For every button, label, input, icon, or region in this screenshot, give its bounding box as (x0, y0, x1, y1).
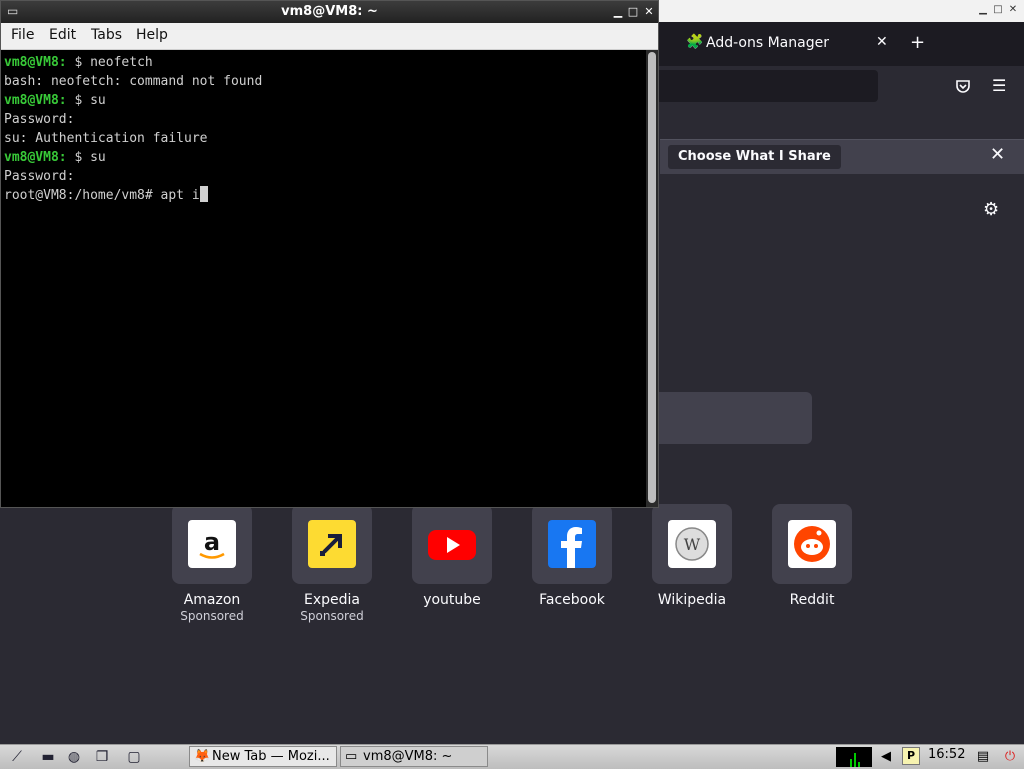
network-icon[interactable]: ◍ (64, 747, 84, 767)
lock-screen-icon[interactable]: ▤ (973, 747, 993, 767)
site-name: Amazon (183, 592, 241, 608)
task-label: New Tab — Mozi... (212, 749, 330, 764)
terminal-line: root@VM8:/home/vm8# apt i (4, 186, 646, 205)
top-site-reddit[interactable]: Reddit (752, 504, 872, 608)
clock[interactable]: 16:52 (928, 747, 965, 762)
shell-prompt: vm8@VM8: (4, 55, 67, 70)
site-tile: W (652, 504, 732, 584)
cpu-monitor (836, 747, 872, 767)
taskbar: ⟋ ▬ ◍ ❐ ▢ 🦊 New Tab — Mozi... ▭ vm8@VM8: ~… (0, 744, 1024, 769)
maximize-icon[interactable]: □ (626, 5, 640, 19)
url-bar[interactable] (650, 70, 878, 102)
file-manager-icon[interactable]: ▬ (38, 747, 58, 767)
site-tile (772, 504, 852, 584)
menu-help[interactable]: Help (136, 27, 168, 43)
line-text: bash: neofetch: command not found (4, 74, 263, 89)
notice-close-icon[interactable]: ✕ (990, 144, 1005, 165)
terminal-window[interactable]: ▭ vm8@VM8: ~ ▁ □ ✕ File Edit Tabs Help v… (0, 0, 659, 508)
line-text: $ su (66, 150, 106, 165)
task-label: vm8@VM8: ~ (363, 749, 453, 764)
terminal-line: bash: neofetch: command not found (4, 72, 646, 91)
top-site-youtube[interactable]: youtube (392, 504, 512, 608)
power-icon[interactable]: ⏻ (1000, 747, 1020, 767)
show-desktop-icon[interactable]: ❐ (92, 747, 112, 767)
choose-what-i-share-button[interactable]: Choose What I Share (668, 145, 841, 169)
site-tile: a (172, 504, 252, 584)
line-text: su: Authentication failure (4, 131, 208, 146)
hamburger-menu-icon[interactable]: ☰ (992, 76, 1006, 95)
gear-icon[interactable]: ⚙ (983, 199, 999, 220)
reddit-logo (788, 520, 836, 568)
minimize-icon[interactable]: ▁ (611, 5, 625, 19)
volume-icon[interactable]: ◀ (876, 747, 896, 767)
top-site-expedia[interactable]: Expedia Sponsored (272, 504, 392, 623)
site-name: Facebook (539, 592, 605, 608)
terminal-line: vm8@VM8: $ su (4, 91, 646, 110)
firefox-icon: 🦊 (194, 749, 211, 764)
menu-tabs[interactable]: Tabs (91, 27, 122, 43)
terminal-output[interactable]: vm8@VM8: $ neofetch bash: neofetch: comm… (1, 50, 646, 507)
close-icon[interactable]: ✕ (642, 5, 656, 19)
svg-text:a: a (204, 528, 220, 556)
newtab-search-box[interactable] (640, 392, 812, 444)
line-text: Password: (4, 169, 75, 184)
window-switcher-icon[interactable]: ▢ (124, 747, 144, 767)
terminal-line: vm8@VM8: $ neofetch (4, 53, 646, 72)
line-text: $ neofetch (66, 55, 153, 70)
pocket-icon[interactable] (955, 78, 971, 98)
site-tile (412, 504, 492, 584)
line-text: root@VM8:/home/vm8# apt i (4, 188, 200, 203)
tab-add-ons-manager[interactable]: 🧩 Add-ons Manager ✕ (660, 26, 900, 62)
terminal-line: Password: (4, 167, 646, 186)
terminal-line: vm8@VM8: $ su (4, 148, 646, 167)
shell-prompt: vm8@VM8: (4, 93, 67, 108)
top-site-facebook[interactable]: Facebook (512, 504, 632, 608)
site-tile (292, 504, 372, 584)
window-title: vm8@VM8: ~ (281, 4, 378, 19)
task-firefox[interactable]: 🦊 New Tab — Mozi... (189, 746, 337, 767)
scrollbar-thumb[interactable] (648, 52, 656, 503)
start-menu-icon[interactable]: ⟋ (4, 747, 30, 767)
text-cursor (199, 186, 208, 202)
terminal-scrollbar[interactable] (646, 50, 658, 507)
clipboard-icon[interactable]: P (902, 747, 920, 765)
wikipedia-logo: W (668, 520, 716, 568)
site-name: Reddit (789, 592, 835, 608)
line-text: $ su (66, 93, 106, 108)
terminal-icon: ▭ (345, 749, 358, 764)
close-icon[interactable]: ✕ (1006, 3, 1020, 17)
site-name: Wikipedia (657, 592, 727, 608)
youtube-logo (428, 520, 476, 568)
terminal-titlebar[interactable]: ▭ vm8@VM8: ~ ▁ □ ✕ (1, 1, 658, 23)
expedia-logo (308, 520, 356, 568)
site-sponsored-label: Sponsored (180, 609, 244, 623)
minimize-icon[interactable]: ▁ (976, 3, 990, 17)
top-site-wikipedia[interactable]: W Wikipedia (632, 504, 752, 608)
terminal-line: Password: (4, 110, 646, 129)
site-sponsored-label: Sponsored (300, 609, 364, 623)
site-name: youtube (423, 592, 481, 608)
svg-text:W: W (684, 535, 701, 554)
site-tile (532, 504, 612, 584)
site-name: Expedia (304, 592, 360, 608)
data-sharing-notice: Choose What I Share ✕ (660, 139, 1024, 174)
line-text: Password: (4, 112, 75, 127)
tab-close-icon[interactable]: ✕ (876, 34, 888, 50)
top-sites: a Amazon Sponsored Expedia Sponsored you… (0, 504, 1024, 634)
shell-prompt: vm8@VM8: (4, 150, 67, 165)
terminal-line: su: Authentication failure (4, 129, 646, 148)
tab-label: Add-ons Manager (706, 35, 829, 51)
maximize-icon[interactable]: □ (991, 3, 1005, 17)
menu-edit[interactable]: Edit (49, 27, 76, 43)
amazon-logo: a (188, 520, 236, 568)
facebook-logo (548, 520, 596, 568)
top-site-amazon[interactable]: a Amazon Sponsored (152, 504, 272, 623)
task-terminal[interactable]: ▭ vm8@VM8: ~ (340, 746, 488, 767)
menu-file[interactable]: File (11, 27, 34, 43)
new-tab-button[interactable]: + (910, 32, 925, 53)
terminal-menu-bar: File Edit Tabs Help (1, 23, 658, 50)
puzzle-icon: 🧩 (686, 34, 704, 50)
